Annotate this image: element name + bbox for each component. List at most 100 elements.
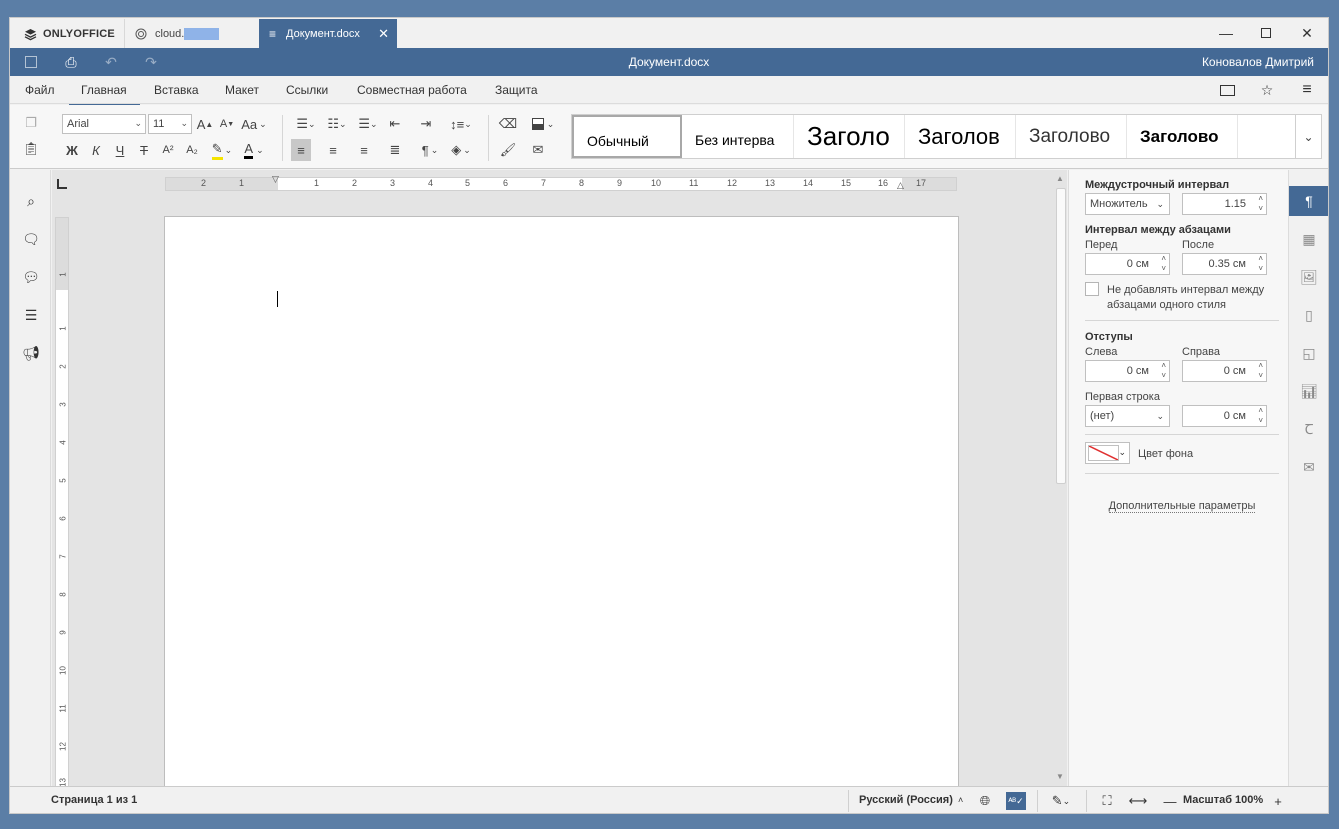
superscript-button[interactable]: A² [158, 139, 178, 161]
language-select[interactable]: Русский (Россия) [859, 794, 953, 806]
tab-collaboration[interactable]: Совместная работа [357, 83, 467, 97]
background-color-picker[interactable]: ⌄ [1085, 442, 1130, 464]
fit-page-button[interactable]: ⛶ [1097, 792, 1117, 810]
scroll-down-icon[interactable]: ▼ [1056, 772, 1064, 781]
shape-settings-tab[interactable]: ◱ [1289, 338, 1328, 368]
user-name[interactable]: Коновалов Дмитрий [1202, 55, 1314, 69]
highlight-color-button[interactable]: ✎ ⌄ [208, 139, 236, 161]
spacing-before-input[interactable]: 0 см ˄ ˅ [1085, 253, 1170, 275]
bullets-button[interactable]: ☰ ⌄ [292, 113, 320, 135]
zoom-out-button[interactable]: — [1160, 792, 1180, 810]
line-spacing-mode-select[interactable]: Множитель ⌄ [1085, 193, 1170, 215]
bold-button[interactable]: Ж [62, 139, 82, 161]
spinner-arrows-icon[interactable]: ˄ ˅ [1161, 254, 1166, 274]
clear-style-button[interactable]: ⌫ [498, 113, 518, 135]
mail-merge-button[interactable]: ✉ [528, 139, 548, 161]
table-settings-tab[interactable]: ▦ [1289, 224, 1328, 254]
first-line-mode-select[interactable]: (нет) ⌄ [1085, 405, 1170, 427]
spacing-after-input[interactable]: 0.35 см ˄ ˅ [1182, 253, 1267, 275]
advanced-settings-link[interactable]: Дополнительные параметры [1069, 500, 1295, 513]
navigation-button[interactable]: ☰ [21, 305, 41, 325]
maximize-button[interactable] [1246, 18, 1286, 48]
tab-references[interactable]: Ссылки [286, 83, 328, 97]
increase-indent-button[interactable]: ⇥ [416, 113, 436, 135]
font-color-button[interactable]: A ⌄ [240, 139, 268, 161]
vertical-scrollbar[interactable]: ▲ ▼ [1055, 174, 1066, 784]
indent-right-input[interactable]: 0 см ˄ ˅ [1182, 360, 1267, 382]
multilevel-list-button[interactable]: ☰ ⌄ [354, 113, 382, 135]
brand-tab[interactable]: ONLYOFFICE [24, 26, 115, 42]
font-size-select[interactable]: 11 ⌄ [148, 114, 192, 134]
chart-settings-tab[interactable]: 📊︎ [1289, 376, 1328, 406]
spinner-arrows-icon[interactable]: ˄ ˅ [1258, 361, 1263, 381]
scroll-up-icon[interactable]: ▲ [1056, 174, 1064, 183]
page-counter[interactable]: Страница 1 из 1 [51, 794, 137, 806]
style-normal[interactable]: Обычный [572, 115, 682, 158]
left-indent-marker-icon[interactable]: ▽ [272, 174, 279, 185]
close-window-button[interactable]: ✕ [1287, 18, 1327, 48]
nonprinting-chars-button[interactable]: ¶ ⌄ [416, 139, 444, 161]
fit-width-button[interactable]: ⟷ [1128, 792, 1148, 810]
underline-button[interactable]: Ч [110, 139, 130, 161]
decrease-indent-button[interactable]: ⇤ [385, 113, 405, 135]
decrease-font-button[interactable]: A ▼ [218, 113, 236, 135]
tab-insert[interactable]: Вставка [154, 83, 199, 97]
paragraph-settings-tab[interactable]: ¶ [1289, 186, 1328, 216]
font-name-select[interactable]: Arial ⌄ [62, 114, 146, 134]
align-right-button[interactable]: ≡ [354, 139, 374, 161]
feedback-button[interactable]: 📢︎ [21, 343, 41, 363]
tab-protection[interactable]: Защита [495, 83, 538, 97]
tab-cloud[interactable]: cloud. [124, 19, 258, 48]
first-line-value-input[interactable]: 0 см ˄ ˅ [1182, 405, 1267, 427]
spinner-arrows-icon[interactable]: ˄ ˅ [1258, 194, 1263, 214]
line-spacing-value-input[interactable]: 1.15 ˄ ˅ [1182, 193, 1267, 215]
numbering-button[interactable]: ☷ ⌄ [323, 113, 351, 135]
increase-font-button[interactable]: A ▲ [196, 113, 214, 135]
italic-button[interactable]: К [86, 139, 106, 161]
paste-button[interactable]: 📋︎ [21, 138, 41, 160]
doc-language-button[interactable]: 🌐︎ [975, 792, 995, 810]
mail-merge-settings-tab[interactable]: ✉ [1289, 452, 1328, 482]
style-heading-1[interactable]: Заголо [794, 115, 905, 158]
favorite-button[interactable]: ☆ [1257, 81, 1277, 99]
tab-stop-selector-icon[interactable] [57, 179, 67, 189]
strikethrough-button[interactable]: Т [134, 139, 154, 161]
justify-button[interactable]: ≣ [385, 139, 405, 161]
tab-document[interactable]: ≡ Документ.docx ✕ [259, 19, 397, 48]
styles-more-button[interactable]: ⌄ [1295, 115, 1321, 158]
right-indent-marker-icon[interactable]: △ [897, 180, 904, 191]
vertical-ruler[interactable]: 1 1 2 3 4 5 6 7 8 9 10 11 12 13 [55, 217, 69, 786]
tab-layout[interactable]: Макет [225, 83, 259, 97]
close-tab-icon[interactable]: ✕ [378, 26, 389, 42]
track-changes-button[interactable]: ✎ ⌄ [1046, 792, 1076, 810]
style-heading-4[interactable]: Заголово [1127, 115, 1238, 158]
open-location-button[interactable] [1217, 81, 1237, 99]
spinner-arrows-icon[interactable]: ˄ ˅ [1161, 361, 1166, 381]
no-interval-checkbox[interactable] [1085, 282, 1099, 296]
spellcheck-button[interactable]: ᴬᴮ✓ [1006, 792, 1026, 810]
spinner-arrows-icon[interactable]: ˄ ˅ [1258, 254, 1263, 274]
style-heading-2[interactable]: Заголов [905, 115, 1016, 158]
copy-style-button[interactable]: 🖌︎ [498, 139, 518, 161]
shading-button[interactable]: ◈ ⌄ [447, 139, 475, 161]
tab-file[interactable]: Файл [25, 83, 55, 97]
align-left-button[interactable]: ≡ [291, 139, 311, 161]
style-no-spacing[interactable]: Без интерва [682, 115, 794, 158]
zoom-level[interactable]: Масштаб 100% [1183, 794, 1263, 806]
chat-button[interactable]: 💬︎ [21, 267, 41, 287]
search-button[interactable]: ⌕ [21, 191, 41, 211]
indent-left-input[interactable]: 0 см ˄ ˅ [1085, 360, 1170, 382]
textart-settings-tab[interactable]: Ꞇ [1289, 414, 1328, 444]
color-scheme-button[interactable]: ⌄ [528, 113, 558, 135]
align-center-button[interactable]: ≡ [323, 139, 343, 161]
scrollbar-thumb[interactable] [1056, 188, 1066, 484]
comments-button[interactable]: 🗨︎ [21, 229, 41, 249]
zoom-in-button[interactable]: + [1268, 792, 1288, 810]
image-settings-tab[interactable]: 🖼︎ [1289, 262, 1328, 292]
subscript-button[interactable]: A₂ [182, 139, 202, 161]
line-spacing-button[interactable]: ↕≡ ⌄ [447, 113, 475, 135]
tab-home[interactable]: Главная [69, 83, 140, 106]
settings-menu-button[interactable]: ≡ [1297, 81, 1317, 99]
copy-button[interactable]: ❐ [21, 112, 41, 134]
horizontal-ruler[interactable]: 2 1 1 2 3 4 5 6 7 8 9 10 11 12 13 14 15 … [165, 174, 957, 191]
